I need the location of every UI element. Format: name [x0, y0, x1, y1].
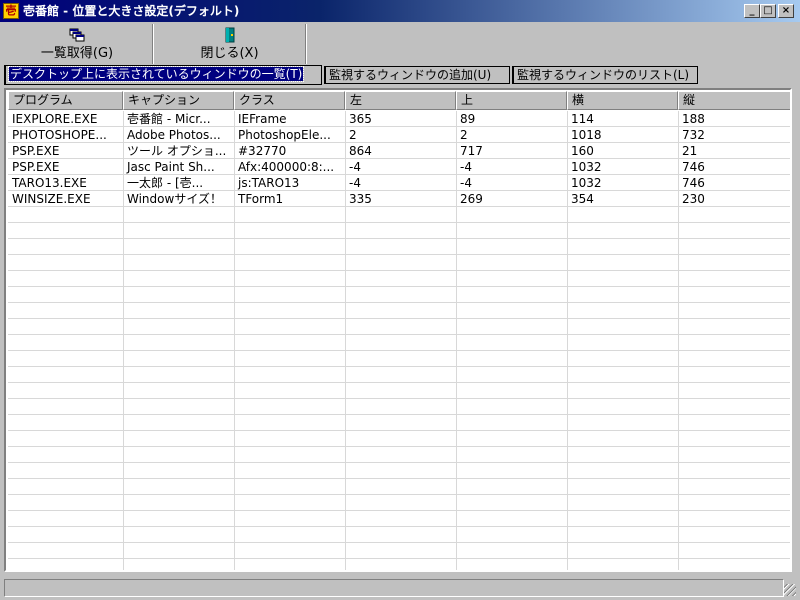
- status-pane: [4, 579, 784, 597]
- table-row[interactable]: PSP.EXE Jasc Paint Sh... Afx:400000:8:... -…: [8, 159, 790, 175]
- cell-program: PSP.EXE: [12, 160, 60, 174]
- cell-program: IEXPLORE.EXE: [12, 112, 98, 126]
- door-exit-icon: [225, 27, 234, 43]
- column-header-program[interactable]: プログラム: [8, 91, 123, 110]
- cell-class: TForm1: [238, 192, 284, 206]
- table-row[interactable]: IEXPLORE.EXE 壱番館 - Micr... IEFrame 365 89 114…: [8, 111, 790, 127]
- tab-watch-window-list-label: 監視するウィンドウのリスト(L): [517, 68, 690, 82]
- window-title: 壱番館 - 位置と大きさ設定(デフォルト): [23, 4, 240, 18]
- column-header-height[interactable]: 縦: [678, 91, 790, 110]
- cell-program: PHOTOSHOPE...: [12, 128, 107, 142]
- column-header-top[interactable]: 上: [456, 91, 567, 110]
- app-icon[interactable]: 壱: [3, 3, 19, 19]
- column-header-class[interactable]: クラス: [234, 91, 345, 110]
- cell-left: 864: [349, 144, 372, 158]
- window-list-view[interactable]: プログラム キャプション クラス 左 上 横 縦 IEXPLORE.EXE 壱番館…: [4, 88, 792, 572]
- cell-top: 717: [460, 144, 483, 158]
- cell-top: 2: [460, 128, 468, 142]
- table-row[interactable]: PSP.EXE ツール オプショ... #32770 864 717 160 21: [8, 143, 790, 159]
- cell-program: PSP.EXE: [12, 144, 60, 158]
- window-list-icon: [69, 28, 85, 42]
- cell-caption: Adobe Photos...: [127, 128, 221, 142]
- cell-height: 746: [682, 176, 705, 190]
- cell-caption: 壱番館 - Micr...: [127, 112, 211, 126]
- table-row[interactable]: WINSIZE.EXE Windowサイズ！ TForm1 335 269 354 230: [8, 191, 790, 207]
- title-bar[interactable]: 壱 壱番館 - 位置と大きさ設定(デフォルト) _ □ ×: [0, 0, 800, 22]
- toolbar: 一覧取得(G) 閉じる(X): [2, 24, 798, 64]
- cell-class: js:TARO13: [238, 176, 300, 190]
- tab-watch-window-list[interactable]: 監視するウィンドウのリスト(L): [512, 66, 698, 84]
- cell-caption: Jasc Paint Sh...: [127, 160, 215, 174]
- cell-left: 2: [349, 128, 357, 142]
- minimize-button[interactable]: _: [744, 4, 760, 18]
- column-header-caption[interactable]: キャプション: [123, 91, 234, 110]
- cell-caption: Windowサイズ！: [127, 192, 222, 206]
- table-row[interactable]: TARO13.EXE 一太郎 - [壱... js:TARO13 -4 -4 1032 74…: [8, 175, 790, 191]
- cell-width: 1032: [571, 176, 602, 190]
- cell-class: IEFrame: [238, 112, 287, 126]
- cell-width: 114: [571, 112, 594, 126]
- cell-left: 335: [349, 192, 372, 206]
- cell-width: 1018: [571, 128, 602, 142]
- column-header-width[interactable]: 横: [567, 91, 678, 110]
- tab-add-watch-window-label: 監視するウィンドウの追加(U): [329, 68, 492, 82]
- cell-height: 732: [682, 128, 705, 142]
- get-list-label: 一覧取得(G): [40, 46, 114, 61]
- cell-left: -4: [349, 160, 361, 174]
- cell-top: -4: [460, 176, 472, 190]
- tab-strip: デスクトップ上に表示されているウィンドウの一覧(T) 監視するウィンドウの追加(…: [4, 65, 794, 85]
- cell-class: Afx:400000:8:...: [238, 160, 335, 174]
- tab-desktop-window-list-label: デスクトップ上に表示されているウィンドウの一覧(T): [7, 66, 305, 82]
- cell-height: 21: [682, 144, 698, 158]
- tab-desktop-window-list[interactable]: デスクトップ上に表示されているウィンドウの一覧(T): [4, 65, 322, 85]
- close-app-label: 閉じる(X): [200, 46, 259, 61]
- cell-width: 354: [571, 192, 594, 206]
- cell-width: 1032: [571, 160, 602, 174]
- status-bar: [2, 578, 798, 598]
- cell-left: 365: [349, 112, 372, 126]
- cell-height: 188: [682, 112, 705, 126]
- cell-height: 230: [682, 192, 705, 206]
- cell-left: -4: [349, 176, 361, 190]
- cell-program: WINSIZE.EXE: [12, 192, 91, 206]
- cell-class: PhotoshopEle...: [238, 128, 331, 142]
- cell-top: -4: [460, 160, 472, 174]
- cell-top: 269: [460, 192, 483, 206]
- list-body[interactable]: IEXPLORE.EXE 壱番館 - Micr... IEFrame 365 89 114…: [8, 111, 790, 570]
- cell-class: #32770: [238, 144, 287, 158]
- cell-height: 746: [682, 160, 705, 174]
- cell-caption: 一太郎 - [壱...: [127, 176, 204, 190]
- close-app-button[interactable]: 閉じる(X): [154, 24, 306, 64]
- table-row[interactable]: PHOTOSHOPE... Adobe Photos... PhotoshopEle…: [8, 127, 790, 143]
- cell-width: 160: [571, 144, 594, 158]
- close-button[interactable]: ×: [778, 4, 794, 18]
- cell-top: 89: [460, 112, 476, 126]
- list-header: プログラム キャプション クラス 左 上 横 縦: [8, 91, 790, 110]
- maximize-button[interactable]: □: [760, 4, 776, 18]
- tab-add-watch-window[interactable]: 監視するウィンドウの追加(U): [324, 66, 510, 84]
- cell-caption: ツール オプショ...: [127, 144, 227, 158]
- resize-grip-icon[interactable]: [784, 584, 796, 596]
- get-list-button[interactable]: 一覧取得(G): [2, 24, 153, 64]
- column-header-left[interactable]: 左: [345, 91, 456, 110]
- cell-program: TARO13.EXE: [12, 176, 87, 190]
